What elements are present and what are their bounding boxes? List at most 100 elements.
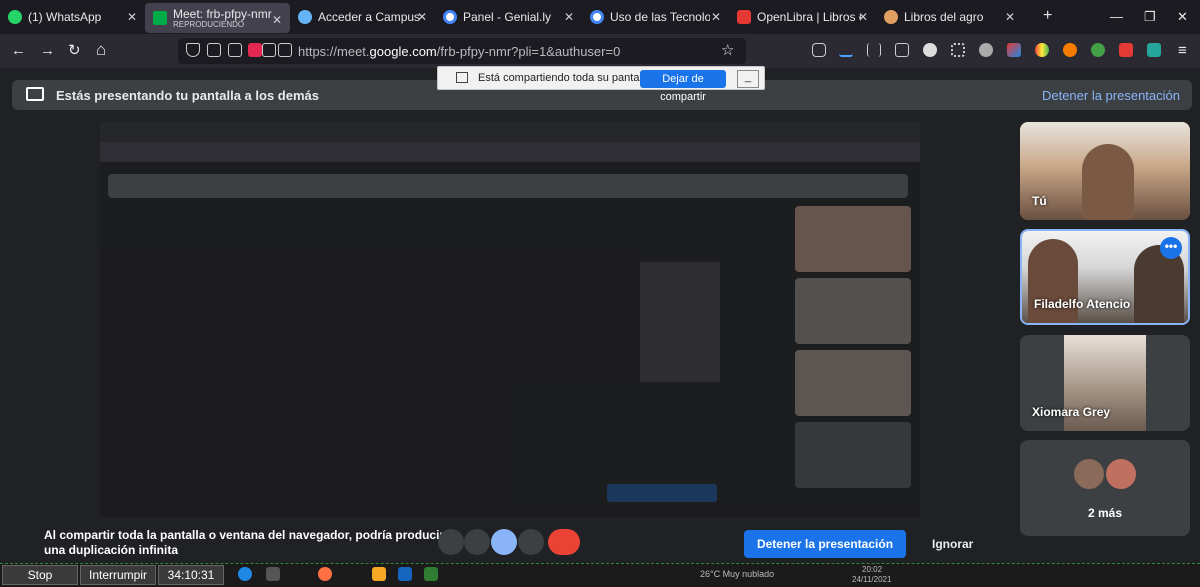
forward-button[interactable]: → <box>40 42 55 60</box>
more-options-button[interactable] <box>518 529 544 555</box>
firefox-icon[interactable] <box>318 567 332 581</box>
edge-icon[interactable] <box>238 567 252 581</box>
meet-icon <box>153 11 167 25</box>
clock-date: 24/11/2021 <box>852 575 892 584</box>
clock-time: 20:02 <box>862 565 883 574</box>
tab-label: Panel - Genial.ly <box>463 10 552 24</box>
participant-tile-self[interactable]: Tú <box>1020 122 1190 220</box>
participant-name: Tú <box>1032 194 1047 208</box>
book-icon <box>884 10 898 24</box>
leave-call-button[interactable] <box>548 529 580 555</box>
extension-icon[interactable] <box>1091 43 1105 57</box>
tab-genially[interactable]: Panel - Genial.ly ✕ <box>435 0 582 34</box>
stop-presenting-button[interactable]: Detener la presentación <box>744 530 906 558</box>
stop-sharing-button[interactable]: Dejar de compartir <box>640 70 726 103</box>
mic-button[interactable] <box>438 529 464 555</box>
weather-indicator[interactable]: 26°C Muy nublado <box>700 569 774 579</box>
minimize-button[interactable]: — <box>1110 9 1123 24</box>
participant-avatar <box>1072 457 1106 491</box>
participant-avatar <box>1104 457 1138 491</box>
infinite-mirror-warning: Al compartir toda la pantalla o ventana … <box>44 528 458 557</box>
person-silhouette <box>1028 239 1078 323</box>
tab-openlibra[interactable]: OpenLibra | Libros en la ✕ <box>729 0 876 34</box>
participant-name: Xiomara Grey <box>1032 405 1111 419</box>
participant-tile-xiomara[interactable]: Xiomara Grey <box>1020 335 1190 431</box>
recorder-pause-button[interactable]: Interrumpir <box>80 565 156 585</box>
sidebar-icon[interactable] <box>895 43 909 57</box>
url-text[interactable]: https://meet.google.com/frb-pfpy-nmr?pli… <box>298 44 620 59</box>
shield-icon <box>186 43 200 57</box>
excel-icon[interactable] <box>424 567 438 581</box>
word-icon[interactable] <box>398 567 412 581</box>
camera-blocked-icon <box>262 43 276 57</box>
url-prefix: https://meet. <box>298 44 370 59</box>
extension-icon[interactable] <box>1147 43 1161 57</box>
qr-icon[interactable] <box>951 43 965 57</box>
close-window-button[interactable]: ✕ <box>1177 9 1188 25</box>
account-icon[interactable] <box>923 43 937 57</box>
extension-icon[interactable] <box>979 43 993 57</box>
mirror-tile <box>795 350 911 416</box>
tab-campus[interactable]: Acceder a Campus Virtu ✕ <box>290 0 435 34</box>
mirror-tile <box>795 422 911 488</box>
extension-icon[interactable] <box>1035 43 1049 57</box>
menu-icon[interactable]: ≡ <box>1178 42 1187 60</box>
download-icon[interactable] <box>839 43 853 57</box>
tab-whatsapp[interactable]: (1) WhatsApp ✕ <box>0 0 145 34</box>
tab-label: Libros del agro <box>904 10 984 24</box>
participant-tile-others[interactable]: 2 más <box>1020 440 1190 536</box>
recorder-stop-button[interactable]: Stop <box>2 565 78 585</box>
more-options-button[interactable]: ••• <box>1160 237 1182 259</box>
screen-share-notification: Está compartiendo toda su pantalla. Deja… <box>437 66 765 103</box>
explorer-icon[interactable] <box>372 567 386 581</box>
mic-blocked-icon <box>278 43 292 57</box>
recorder-timer: 34:10:31 <box>158 565 224 585</box>
close-icon[interactable]: ✕ <box>858 10 868 24</box>
mirror-presenting-banner <box>108 174 908 198</box>
close-icon[interactable]: ✕ <box>564 10 574 24</box>
new-tab-button[interactable]: + <box>1043 7 1052 25</box>
close-icon[interactable]: ✕ <box>272 13 282 27</box>
tab-tecnologias[interactable]: Uso de las Tecnologías e ✕ <box>582 0 729 34</box>
back-button[interactable]: ← <box>11 42 26 60</box>
tab-audio-status: REPRODUCIENDO <box>173 19 245 29</box>
others-count-label: 2 más <box>1087 506 1123 520</box>
google-icon <box>590 10 604 24</box>
participant-tile-filadelfo[interactable]: ••• Filadelfo Atencio <box>1020 229 1190 325</box>
google-icon <box>443 10 457 24</box>
presenting-text: Estás presentando tu pantalla a los demá… <box>56 88 319 103</box>
close-icon[interactable]: ✕ <box>127 10 137 24</box>
mirror-button <box>607 484 717 502</box>
present-button[interactable] <box>491 529 517 555</box>
ignore-button[interactable]: Ignorar <box>932 537 973 551</box>
extension-icon[interactable] <box>1007 43 1021 57</box>
tab-label: Acceder a Campus Virtu <box>318 10 422 24</box>
reload-button[interactable]: ↻ <box>68 42 81 60</box>
pocket-icon[interactable] <box>812 43 826 57</box>
close-icon[interactable]: ✕ <box>417 10 427 24</box>
lock-icon <box>207 43 221 57</box>
mirror-tile <box>795 278 911 344</box>
tab-label: (1) WhatsApp <box>28 10 102 24</box>
tab-meet[interactable]: Meet: frb-pfpy-nmr REPRODUCIENDO ✕ <box>145 3 290 33</box>
camera-button[interactable] <box>464 529 490 555</box>
maximize-button[interactable]: ❐ <box>1144 9 1156 25</box>
stop-presenting-link[interactable]: Detener la presentación <box>1042 88 1180 103</box>
person-silhouette <box>1082 144 1134 220</box>
store-icon[interactable] <box>266 567 280 581</box>
minimize-notice-button[interactable]: _ <box>737 70 759 88</box>
extension-icon[interactable] <box>1119 43 1133 57</box>
mirror-navbar <box>100 142 920 162</box>
tab-libros-agro[interactable]: Libros del agro ✕ <box>876 0 1023 34</box>
url-domain: google.com <box>369 44 437 59</box>
participant-name: Filadelfo Atencio <box>1034 297 1131 311</box>
close-icon[interactable]: ✕ <box>711 10 721 24</box>
library-icon[interactable] <box>867 43 881 57</box>
url-suffix: /frb-pfpy-nmr?pli=1&authuser=0 <box>436 44 621 59</box>
close-icon[interactable]: ✕ <box>1005 10 1015 24</box>
home-button[interactable]: ⌂ <box>96 41 106 59</box>
extension-icon[interactable] <box>1063 43 1077 57</box>
bookmark-star-icon[interactable]: ☆ <box>721 42 734 60</box>
tab-label: Meet: frb-pfpy-nmr <box>173 6 272 21</box>
permissions-icon <box>228 43 242 57</box>
